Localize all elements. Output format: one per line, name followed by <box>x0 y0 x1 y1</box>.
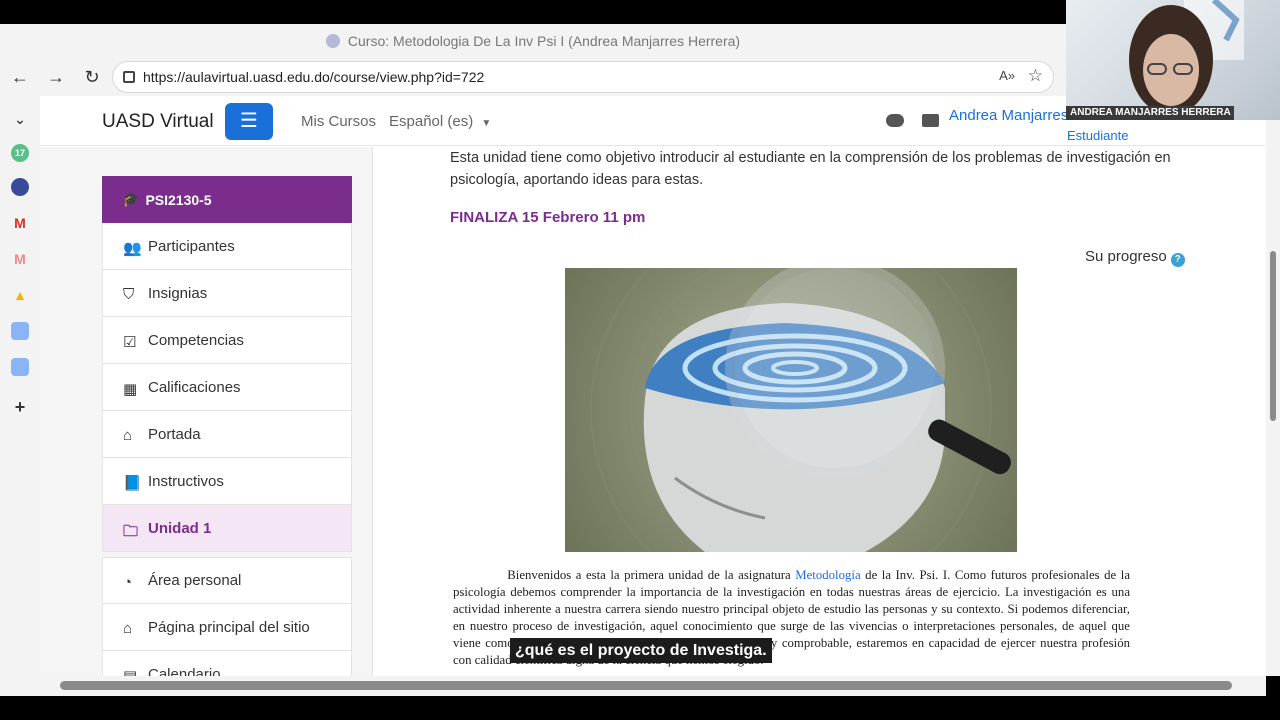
folder-icon: 🗀 <box>123 523 139 540</box>
screen: Curso: Metodologia De La Inv Psi I (Andr… <box>0 0 1280 720</box>
menu-item-pagina-principal[interactable]: ⌂ Página principal del sitio <box>102 604 352 651</box>
refresh-icon[interactable]: ↻ <box>80 65 104 89</box>
vertical-scroll-thumb[interactable] <box>1270 251 1276 421</box>
course-menu-item-insignias[interactable]: ⛉ Insignias <box>102 270 352 317</box>
language-dropdown[interactable]: Español (es) ▼ <box>389 113 491 130</box>
dashboard-icon: ◔ <box>123 573 133 591</box>
left-drawer: 🎓 PSI2130-5 👥 Participantes ⛉ Insignias … <box>40 147 372 676</box>
hamburger-icon: ☰ <box>240 110 258 132</box>
video-caption: ¿qué es el proyecto de Investiga. <box>510 638 772 663</box>
deadline-text: FINALIZA 15 Febrero 11 pm <box>450 209 646 226</box>
favorite-star-icon[interactable]: ☆ <box>1028 66 1043 86</box>
checkbox-icon: ☑ <box>123 334 137 351</box>
menu-item-label: Página principal del sitio <box>148 618 310 636</box>
progress-label: Su progreso? <box>1085 248 1185 267</box>
add-icon[interactable]: + <box>11 398 29 416</box>
horizontal-scrollbar[interactable] <box>40 676 1266 696</box>
collapse-chevron-icon[interactable]: ⌄ <box>11 110 29 128</box>
home-icon: ⌂ <box>123 620 133 637</box>
menu-item-label: Portada <box>148 425 201 443</box>
menu-item-label: Calendario <box>148 665 221 677</box>
course-menu: 🎓 PSI2130-5 👥 Participantes ⛉ Insignias … <box>102 176 352 676</box>
menu-item-label: Participantes <box>148 237 235 255</box>
gmail-icon[interactable]: M <box>11 214 29 232</box>
course-menu-item-portada[interactable]: ⌂ Portada <box>102 411 352 458</box>
url-text: https://aulavirtual.uasd.edu.do/course/v… <box>143 69 485 85</box>
menu-item-label: Insignias <box>148 284 208 302</box>
table-icon: ▦ <box>123 381 138 398</box>
address-bar-row: ← → ↻ https://aulavirtual.uasd.edu.do/co… <box>0 58 1066 96</box>
drive-icon[interactable]: ▲ <box>11 286 29 304</box>
read-aloud-icon[interactable]: A» <box>999 68 1015 83</box>
course-menu-item-unidad-1[interactable]: 🗀 Unidad 1 <box>102 505 352 552</box>
presenter-video-icon <box>1126 0 1244 120</box>
menu-item-label: Competencias <box>148 331 244 349</box>
main-content: Esta unidad tiene como objetivo introduc… <box>372 147 1256 676</box>
tab-title: Curso: Metodologia De La Inv Psi I (Andr… <box>347 33 741 49</box>
user-role-label: Estudiante <box>1067 128 1129 143</box>
chat-icon[interactable] <box>886 114 904 127</box>
course-menu-item-participantes[interactable]: 👥 Participantes <box>102 223 352 270</box>
shield-icon: ⛉ <box>123 286 135 303</box>
book-icon: 📘 <box>123 475 142 492</box>
language-label: Español (es) <box>389 113 474 130</box>
caret-down-icon: ▼ <box>481 118 492 129</box>
menu-toggle-button[interactable]: ☰ <box>225 103 273 140</box>
menu-item-label: Calificaciones <box>148 378 241 396</box>
menu-item-label: Instructivos <box>148 472 224 490</box>
home-icon: ⌂ <box>123 427 133 444</box>
gmail-secondary-icon[interactable]: M <box>11 250 29 268</box>
browser-sidebar: ⌄ 17 M M ▲ + <box>0 96 40 696</box>
vertical-scrollbar[interactable] <box>1266 96 1280 676</box>
site-favicon-icon <box>325 34 340 48</box>
menu-item-area-personal[interactable]: ◔ Área personal <box>102 557 352 604</box>
users-icon: 👥 <box>123 240 142 257</box>
course-menu-item-instructivos[interactable]: 📘 Instructivos <box>102 458 352 505</box>
lock-icon <box>123 71 135 83</box>
site-brand[interactable]: UASD Virtual <box>102 111 214 133</box>
unit-banner-image <box>565 268 1017 552</box>
webcam-overlay: ANDREA MANJARRES HERRERA <box>1066 0 1280 120</box>
menu-item-calendario[interactable]: ▤ Calendario <box>102 651 352 676</box>
notification-badge-icon[interactable]: 17 <box>11 144 29 162</box>
moodle-page: UASD Virtual ☰ Mis Cursos Español (es) ▼… <box>40 96 1266 676</box>
unit-intro-text: Esta unidad tiene como objetivo introduc… <box>450 150 1171 188</box>
uasd-app-icon[interactable] <box>11 178 29 196</box>
metodologia-link[interactable]: Metodología <box>795 568 860 582</box>
url-field[interactable]: https://aulavirtual.uasd.edu.do/course/v… <box>112 61 1054 93</box>
head-maze-magnifier-illustration <box>590 268 1011 552</box>
graduation-cap-icon: 🎓 <box>122 191 140 207</box>
user-menu[interactable]: Andrea Manjarres <box>949 107 1068 124</box>
back-arrow-icon[interactable]: ← <box>8 65 32 89</box>
horizontal-scroll-thumb[interactable] <box>60 681 1232 690</box>
presenter-name-tag: ANDREA MANJARRES HERRERA <box>1066 106 1234 120</box>
forward-arrow-icon[interactable]: → <box>44 65 68 89</box>
nav-link-mis-cursos[interactable]: Mis Cursos <box>301 113 376 130</box>
course-menu-item-calificaciones[interactable]: ▦ Calificaciones <box>102 364 352 411</box>
course-menu-header[interactable]: 🎓 PSI2130-5 <box>102 176 352 223</box>
browser-title-bar: Curso: Metodologia De La Inv Psi I (Andr… <box>0 24 1066 58</box>
docs-secondary-icon[interactable] <box>11 358 29 376</box>
menu-item-label: Unidad 1 <box>148 519 212 537</box>
mail-icon[interactable] <box>922 114 939 127</box>
course-menu-item-competencias[interactable]: ☑ Competencias <box>102 317 352 364</box>
menu-item-label: Área personal <box>148 572 242 589</box>
course-code: PSI2130-5 <box>145 191 212 208</box>
help-icon[interactable]: ? <box>1170 253 1185 267</box>
calendar-icon: ▤ <box>123 667 139 676</box>
docs-icon[interactable] <box>11 322 29 340</box>
